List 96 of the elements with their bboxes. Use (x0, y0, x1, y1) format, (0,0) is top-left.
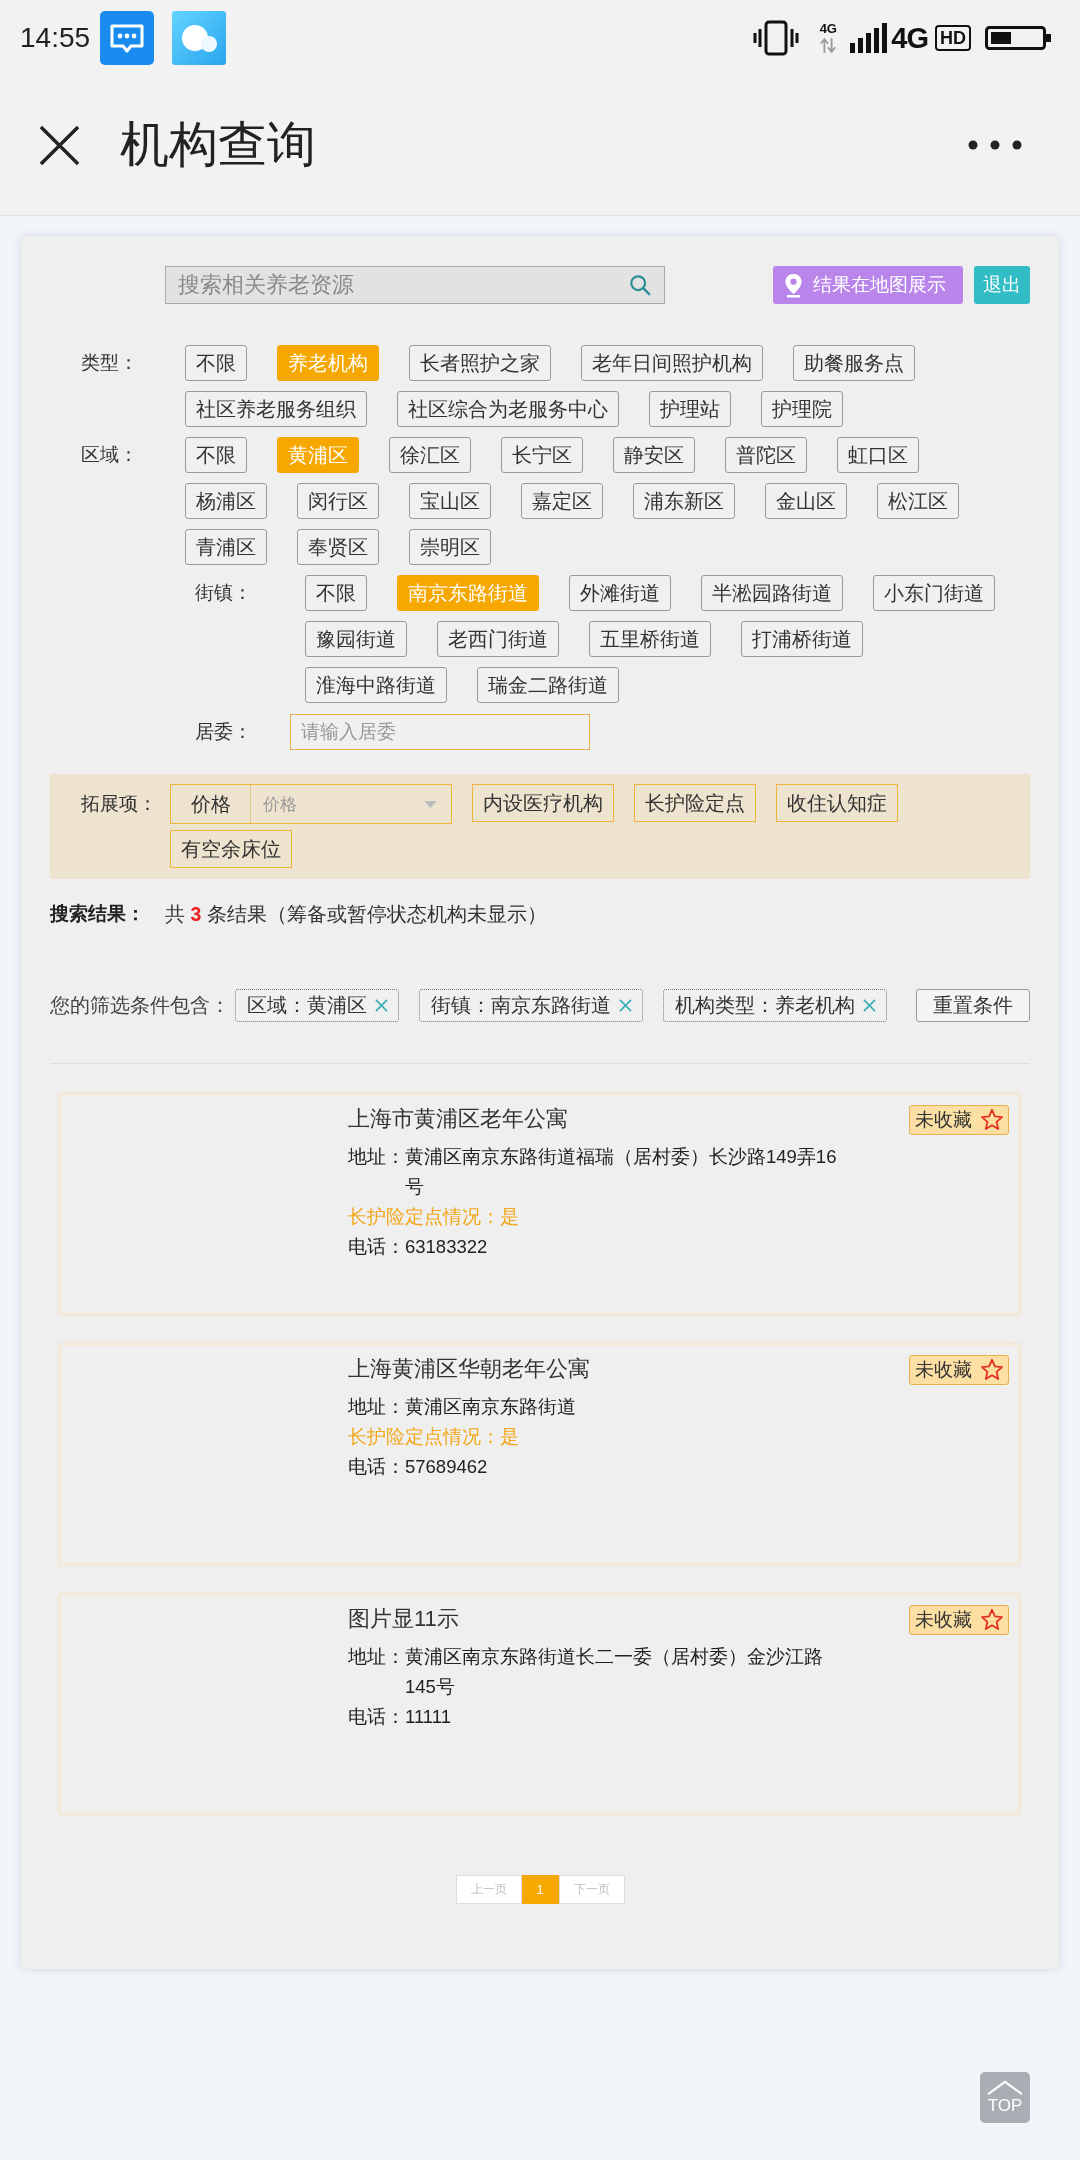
filter-option[interactable]: 不限 (305, 575, 367, 611)
institution-name[interactable]: 图片显11示 (348, 1604, 459, 1634)
insurance-status: 长护险定点情况：是 (348, 1205, 519, 1229)
filter-option[interactable]: 嘉定区 (521, 483, 603, 519)
address-label: 地址： (348, 1395, 405, 1419)
filter-option[interactable]: 老年日间照护机构 (581, 345, 763, 381)
favorite-button[interactable]: 未收藏 (909, 1605, 1009, 1635)
filter-label: 类型： (81, 351, 139, 375)
chevron-up-icon (986, 2080, 1024, 2095)
cloud-app-icon (172, 10, 227, 65)
filter-chip[interactable]: 区域：黄浦区 (235, 989, 399, 1022)
remove-icon[interactable] (863, 999, 876, 1012)
insurance-status: 长护险定点情况：是 (348, 1425, 519, 1449)
filter-option[interactable]: 小东门街道 (873, 575, 995, 611)
extension-option[interactable]: 有空余床位 (170, 830, 292, 868)
filter-option[interactable]: 虹口区 (837, 437, 919, 473)
phone-number: 11111 (405, 1705, 451, 1729)
filter-option[interactable]: 普陀区 (725, 437, 807, 473)
page-title: 机构查询 (120, 116, 316, 173)
institution-name[interactable]: 上海市黄浦区老年公寓 (348, 1104, 568, 1134)
data-type-label: 4G (819, 22, 837, 36)
filter-option[interactable]: 不限 (185, 345, 247, 381)
filter-option[interactable]: 奉贤区 (297, 529, 379, 565)
address-text: 黄浦区南京东路街道 (405, 1395, 577, 1419)
filter-option[interactable]: 瑞金二路街道 (477, 667, 619, 703)
institution-name[interactable]: 上海黄浦区华朝老年公寓 (348, 1354, 590, 1384)
filter-option[interactable]: 松江区 (877, 483, 959, 519)
remove-icon[interactable] (619, 999, 632, 1012)
results-label: 搜索结果： (50, 902, 146, 926)
filter-label: 居委： (195, 720, 253, 744)
extension-option[interactable]: 长护险定点 (634, 784, 756, 822)
filter-option[interactable]: 护理站 (649, 391, 731, 427)
location-pin-icon (784, 272, 803, 298)
price-label: 价格 (171, 785, 251, 823)
filter-option[interactable]: 打浦桥街道 (741, 621, 863, 657)
filter-option[interactable]: 徐汇区 (389, 437, 471, 473)
filter-option[interactable]: 金山区 (765, 483, 847, 519)
filter-option[interactable]: 半淞园路街道 (701, 575, 843, 611)
committee-field[interactable]: 请输入居委 (290, 714, 590, 750)
search-field[interactable]: 搜索相关养老资源 (165, 266, 665, 304)
battery-icon (985, 25, 1052, 50)
address-text: 黄浦区南京东路街道福瑞（居村委）长沙路149弄16号 (405, 1145, 838, 1199)
data-arrows-icon (819, 38, 838, 53)
filter-option[interactable]: 静安区 (613, 437, 695, 473)
remove-icon[interactable] (375, 999, 388, 1012)
phone-number: 63183322 (405, 1235, 488, 1259)
phone-label: 电话： (348, 1455, 405, 1479)
message-app-icon (100, 10, 155, 65)
extension-option[interactable]: 收住认知症 (776, 784, 898, 822)
filter-option[interactable]: 崇明区 (409, 529, 491, 565)
filter-option[interactable]: 社区养老服务组织 (185, 391, 367, 427)
institution-card[interactable]: 上海市黄浦区老年公寓 地址：黄浦区南京东路街道福瑞（居村委）长沙路149弄16号 长护险定点情况：是 电话：63183322 未收藏 (60, 1094, 1019, 1314)
address-label: 地址： (348, 1145, 405, 1169)
phone-label: 电话： (348, 1235, 405, 1259)
filter-chip[interactable]: 街镇：南京东路街道 (419, 989, 643, 1022)
filter-label: 街镇： (195, 581, 253, 605)
filter-option[interactable]: 杨浦区 (185, 483, 267, 519)
filter-option[interactable]: 长宁区 (501, 437, 583, 473)
filter-option[interactable]: 浦东新区 (633, 483, 735, 519)
phone-number: 57689462 (405, 1455, 488, 1479)
institution-card[interactable]: 图片显11示 地址：黄浦区南京东路街道长二一委（居村委）金沙江路145号 电话：11111 未收藏 (60, 1594, 1019, 1814)
close-icon[interactable] (38, 123, 81, 167)
address-text: 黄浦区南京东路街道长二一委（居村委）金沙江路145号 (405, 1645, 824, 1699)
filter-option[interactable]: 青浦区 (185, 529, 267, 565)
address-label: 地址： (348, 1645, 405, 1669)
filter-label: 拓展项： (81, 792, 158, 816)
more-icon[interactable] (968, 140, 1022, 150)
filter-option[interactable]: 老西门街道 (437, 621, 559, 657)
filter-option[interactable]: 宝山区 (409, 483, 491, 519)
search-icon[interactable] (629, 274, 651, 296)
status-time: 14:55 (20, 21, 91, 54)
filter-option[interactable]: 社区综合为老服务中心 (397, 391, 619, 427)
network-type-label: 4G (891, 22, 928, 53)
filter-option[interactable]: 助餐服务点 (793, 345, 915, 381)
signal-icon (850, 22, 888, 53)
filter-option[interactable]: 闵行区 (297, 483, 379, 519)
phone-label: 电话： (348, 1705, 405, 1729)
favorite-button[interactable]: 未收藏 (909, 1355, 1009, 1385)
filter-option[interactable]: 豫园街道 (305, 621, 407, 657)
filter-chip[interactable]: 机构类型：养老机构 (663, 989, 887, 1022)
institution-card[interactable]: 上海黄浦区华朝老年公寓 地址：黄浦区南京东路街道 长护险定点情况：是 电话：57689462 未收藏 (60, 1344, 1019, 1564)
filter-option[interactable]: 淮海中路街道 (305, 667, 447, 703)
caret-icon (424, 800, 437, 808)
vibrate-icon (752, 19, 801, 56)
extension-option[interactable]: 内设医疗机构 (472, 784, 614, 822)
reset-button[interactable]: 重置条件 (916, 989, 1030, 1022)
conditions-label: 您的筛选条件包含： (50, 993, 230, 1018)
filter-option[interactable]: 护理院 (761, 391, 843, 427)
filter-label: 区域： (81, 443, 139, 467)
hd-badge: HD (935, 24, 971, 51)
filter-option[interactable]: 不限 (185, 437, 247, 473)
favorite-button[interactable]: 未收藏 (909, 1105, 1009, 1135)
filter-option[interactable]: 五里桥街道 (589, 621, 711, 657)
filter-option[interactable]: 长者照护之家 (409, 345, 551, 381)
results-summary: 共 3 条结果（筹备或暂停状态机构未显示） (165, 902, 547, 927)
filter-option[interactable]: 外滩街道 (569, 575, 671, 611)
